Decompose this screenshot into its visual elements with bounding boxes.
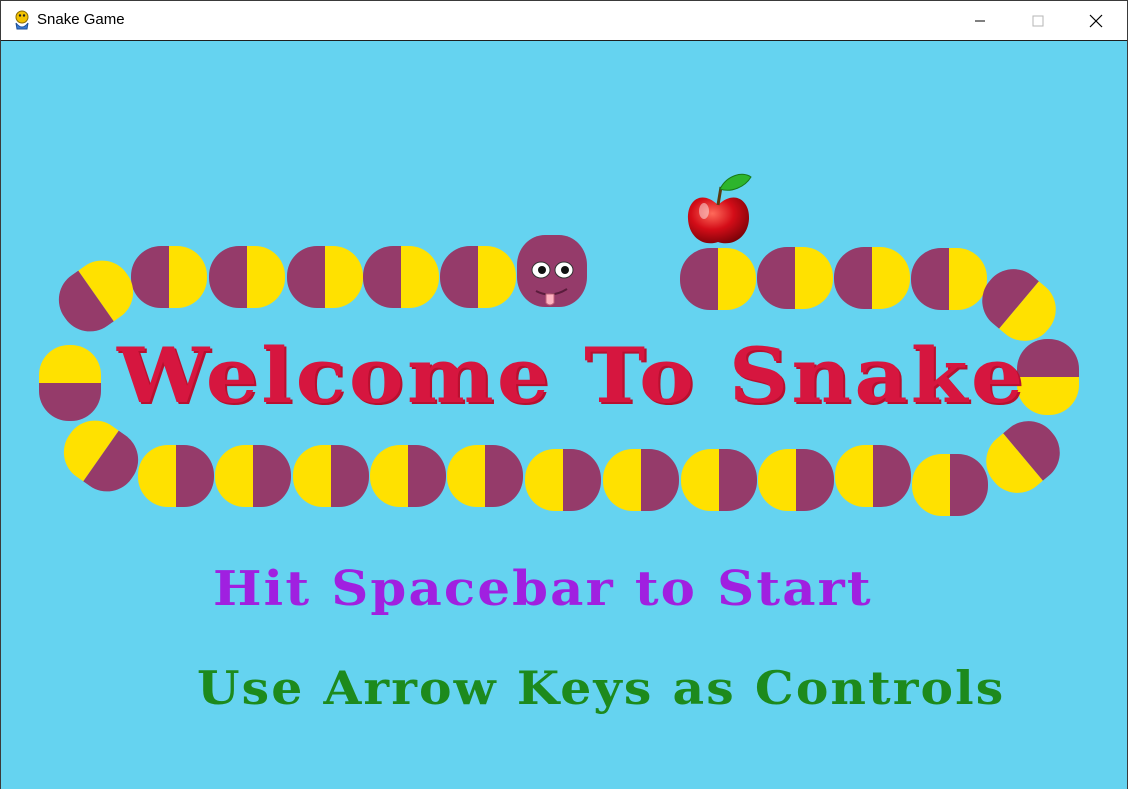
game-window: Snake Game Welcome To Snake Hit Spacebar… (0, 0, 1128, 789)
snake-body-segment (912, 454, 988, 516)
start-instruction: Hit Spacebar to Start (213, 561, 873, 617)
title-bar[interactable]: Snake Game (1, 1, 1127, 41)
maximize-icon (1032, 15, 1044, 26)
snake-body-segment (603, 449, 679, 511)
snake-body-segment (911, 248, 987, 310)
snake-body-segment (215, 445, 291, 507)
maximize-button[interactable] (1009, 1, 1067, 40)
close-button[interactable] (1067, 1, 1125, 40)
snake-body-segment (131, 246, 207, 308)
snake-head (517, 235, 587, 307)
snake-body-segment (138, 445, 214, 507)
snake-body-segment (681, 449, 757, 511)
close-icon (1089, 14, 1103, 27)
snake-body-segment (835, 445, 911, 507)
snake-body-segment (834, 247, 910, 309)
snake-body-segment (680, 248, 756, 310)
snake-body-segment (973, 408, 1073, 506)
window-title: Snake Game (37, 11, 125, 28)
minimize-button[interactable] (951, 1, 1009, 40)
welcome-title: Welcome To Snake (117, 331, 1027, 420)
snake-body-segment (758, 449, 834, 511)
snake-body-segment (363, 246, 439, 308)
snake-body-segment (757, 247, 833, 309)
snake-body-segment (39, 345, 101, 421)
snake-body-segment (447, 445, 523, 507)
controls-instruction: Use Arrow Keys as Controls (197, 661, 1006, 715)
snake-body-segment (52, 408, 150, 504)
snake-body-segment (440, 246, 516, 308)
snake-body-segment (525, 449, 601, 511)
minimize-icon (975, 20, 985, 21)
apple-icon (687, 173, 752, 244)
game-canvas[interactable]: Welcome To Snake Hit Spacebar to Start U… (1, 41, 1127, 789)
snake-body-segment (370, 445, 446, 507)
snake-body-segment (287, 246, 363, 308)
snake-body-segment (47, 248, 145, 344)
python-snake-icon (15, 10, 29, 30)
snake-body-segment (293, 445, 369, 507)
snake-body-segment (209, 246, 285, 308)
